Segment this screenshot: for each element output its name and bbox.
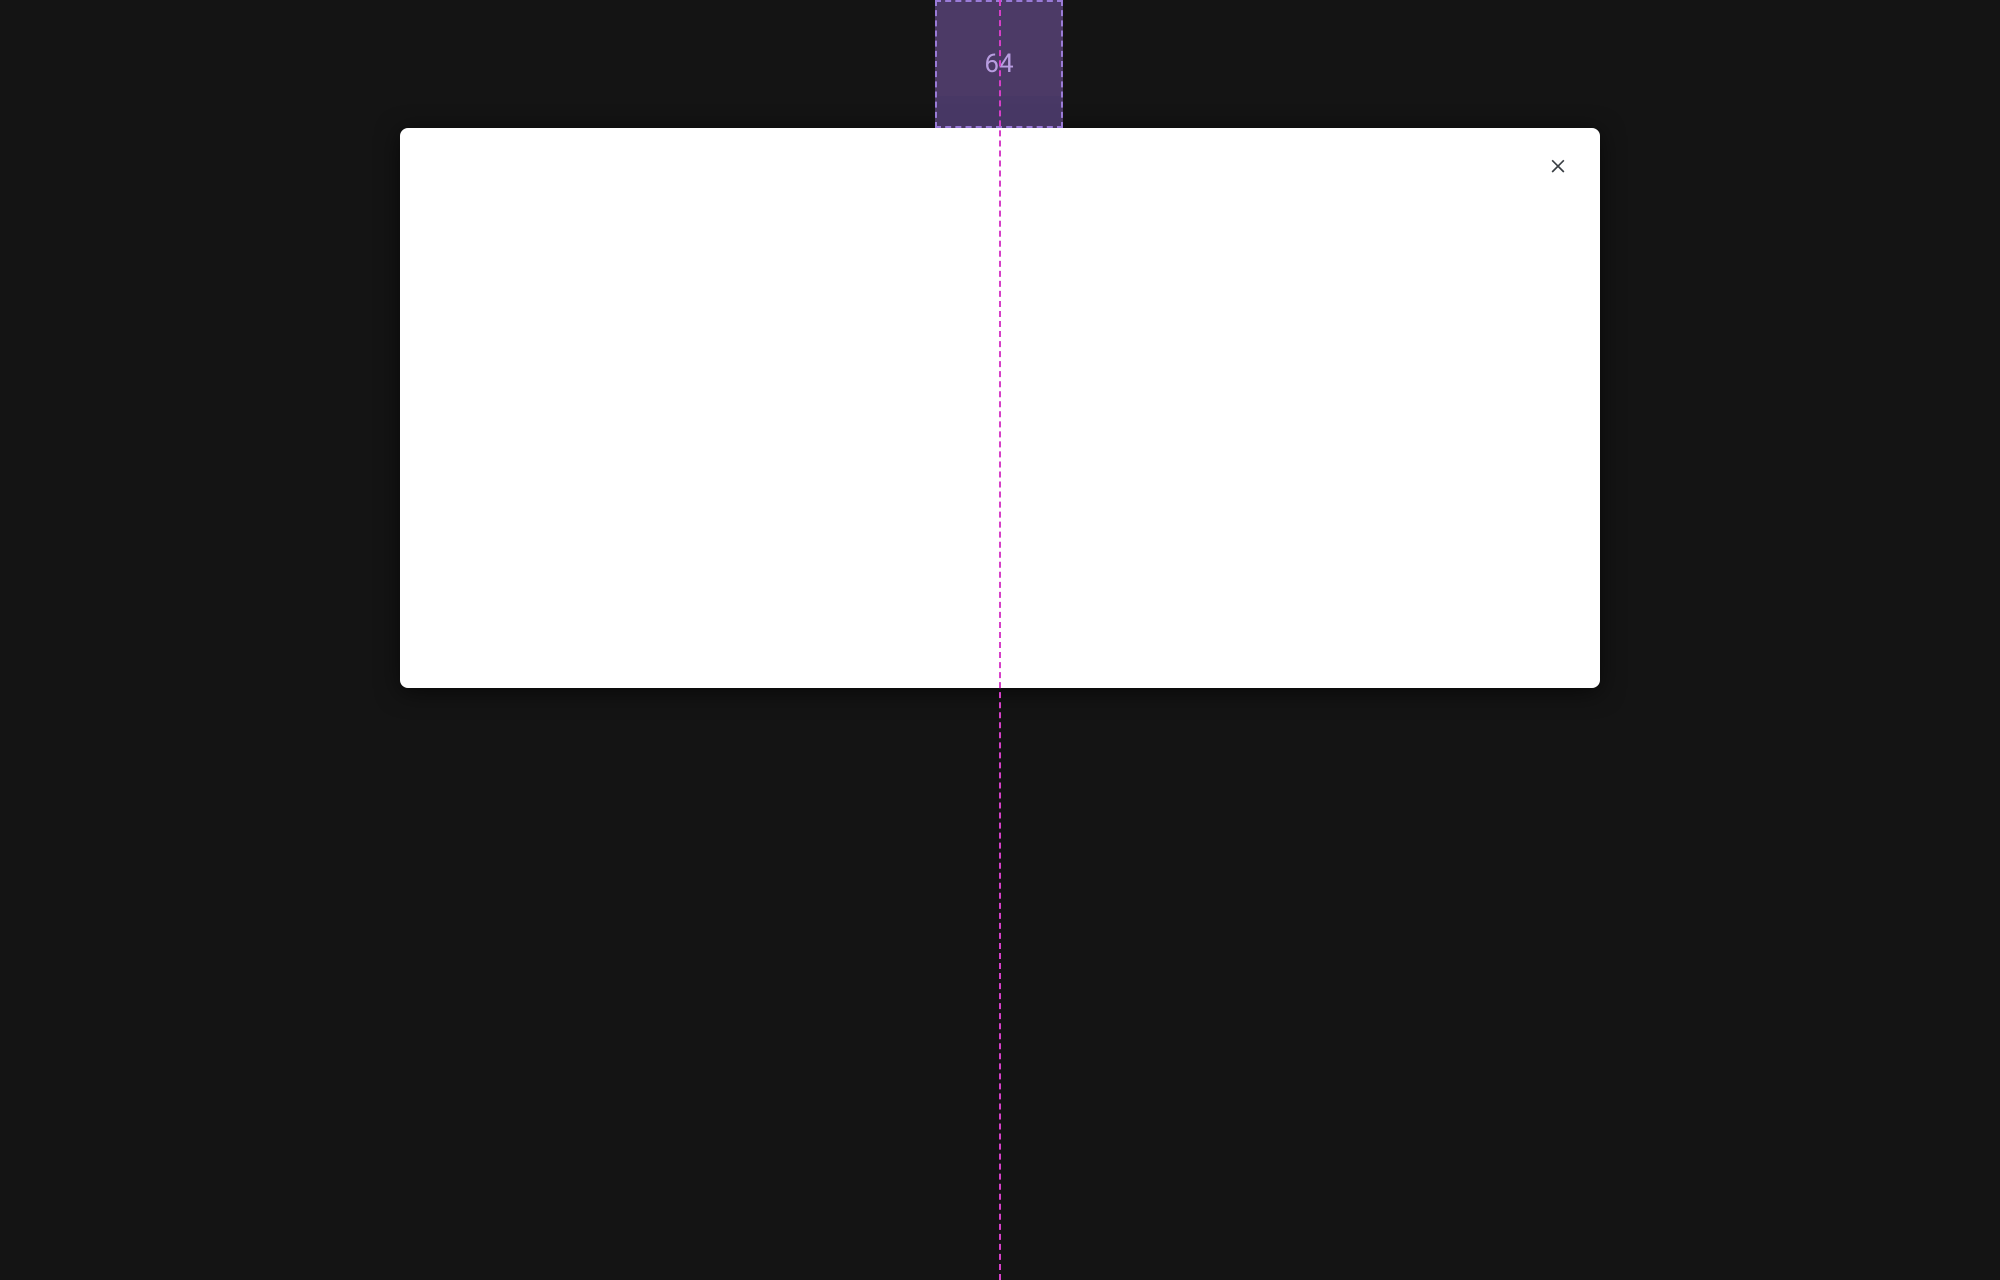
- close-icon: [1548, 155, 1568, 178]
- vertical-center-guide: [999, 0, 1001, 1280]
- close-button[interactable]: [1542, 150, 1574, 182]
